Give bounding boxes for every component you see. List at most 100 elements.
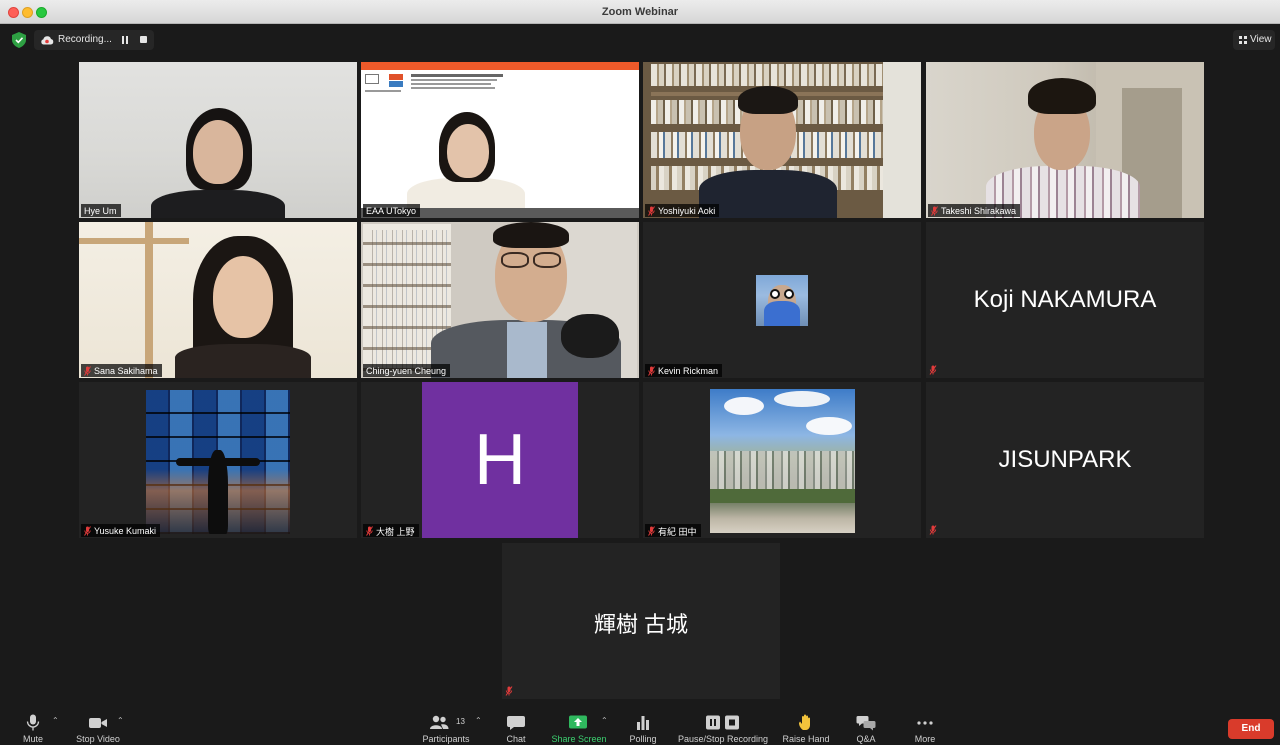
recording-indicator: Recording... — [34, 30, 154, 50]
view-button[interactable]: View — [1233, 30, 1275, 50]
participants-label: Participants — [422, 734, 470, 744]
participant-name: Yoshiyuki Aoki — [658, 206, 716, 216]
share-screen-label: Share Screen — [551, 734, 607, 744]
participant-name-tag: Kevin Rickman — [645, 364, 723, 377]
qa-button[interactable]: Q&A — [850, 710, 882, 745]
view-label: View — [1250, 34, 1272, 45]
participant-name-tag: Takeshi Shirakawa — [928, 204, 1021, 217]
muted-mic-icon — [366, 526, 373, 536]
avatar: H — [422, 382, 578, 538]
cloud-recording-icon — [41, 36, 54, 45]
more-dots-icon — [917, 721, 933, 725]
participant-name: Yusuke Kumaki — [94, 526, 157, 536]
participant-name-tag: EAA UTokyo — [363, 204, 421, 217]
participant-video — [79, 62, 357, 218]
end-meeting-button[interactable]: End — [1228, 719, 1274, 739]
participant-name-tag: 大樹 上野 — [363, 524, 419, 537]
polling-label: Polling — [629, 734, 657, 744]
share-screen-icon — [568, 715, 587, 729]
share-options-chevron-icon[interactable]: ⌃ — [601, 716, 609, 725]
participant-name: Takeshi Shirakawa — [941, 206, 1017, 216]
participant-name-tag: 有紀 田中 — [645, 524, 701, 537]
video-options-chevron-icon[interactable]: ⌃ — [117, 716, 125, 725]
video-tile-jisunpark[interactable]: JISUNPARK — [926, 382, 1204, 538]
participant-name-tag: Yusuke Kumaki — [81, 524, 161, 537]
video-tile-eaa-utokyo[interactable]: EAA UTokyo — [361, 62, 639, 218]
pause-stop-recording-icon — [706, 715, 739, 730]
video-tile-koji-nakamura[interactable]: Koji NAKAMURA — [926, 222, 1204, 378]
polling-button[interactable]: Polling — [624, 710, 662, 745]
muted-mic-icon — [648, 366, 655, 376]
participant-profile-picture — [756, 275, 808, 326]
recording-label: Recording... — [58, 34, 112, 45]
avatar-letter: H — [474, 420, 526, 500]
participant-name: Kevin Rickman — [658, 366, 719, 376]
video-tile-takeshi-shirakawa[interactable]: Takeshi Shirakawa — [926, 62, 1204, 218]
muted-mic-icon — [505, 686, 513, 696]
audio-options-chevron-icon[interactable]: ⌃ — [52, 716, 60, 725]
participants-count: 13 — [456, 717, 465, 726]
participant-name: Hye Um — [84, 206, 117, 216]
participant-name: EAA UTokyo — [366, 206, 417, 216]
grid-view-icon — [1239, 36, 1247, 44]
pause-stop-recording-button[interactable]: Pause/Stop Recording — [676, 710, 770, 745]
video-camera-icon — [89, 718, 107, 728]
muted-mic-icon — [84, 526, 91, 536]
participant-display-name: 輝樹 古城 — [593, 612, 689, 637]
qa-label: Q&A — [856, 734, 876, 744]
participant-video — [361, 222, 639, 378]
qa-bubbles-icon — [856, 716, 876, 731]
mute-button[interactable]: Mute — [10, 710, 56, 745]
title-bar: Zoom Webinar — [0, 0, 1280, 24]
participant-video — [79, 222, 357, 378]
shield-icon[interactable] — [12, 32, 26, 48]
bar-chart-icon — [637, 716, 649, 730]
video-tile-yoshiyuki-aoki[interactable]: Yoshiyuki Aoki — [643, 62, 921, 218]
participant-profile-picture — [710, 389, 855, 533]
chat-bubble-icon — [507, 716, 525, 730]
participant-video — [643, 62, 921, 218]
participants-options-chevron-icon[interactable]: ⌃ — [475, 716, 483, 725]
participant-display-name: JISUNPARK — [998, 446, 1132, 473]
microphone — [561, 314, 619, 358]
video-tile-daiki-ueno[interactable]: H 大樹 上野 — [361, 382, 639, 538]
video-tile-sana-sakihama[interactable]: Sana Sakihama — [79, 222, 357, 378]
raise-hand-label: Raise Hand — [782, 734, 830, 744]
participant-name-tag: Yoshiyuki Aoki — [645, 204, 720, 217]
muted-mic-icon — [648, 526, 655, 536]
participant-name: 有紀 田中 — [658, 526, 697, 537]
glasses — [501, 252, 529, 268]
participants-icon — [430, 715, 449, 729]
muted-mic-icon — [931, 206, 938, 216]
virtual-background-collage — [146, 390, 290, 534]
meeting-toolbar: Mute ⌃ Stop Video ⌃ 13 Participants ⌃ Ch… — [0, 710, 1280, 745]
raise-hand-button[interactable]: Raise Hand — [780, 710, 832, 745]
mute-label: Mute — [22, 734, 43, 744]
stop-video-label: Stop Video — [76, 734, 120, 744]
video-tile-hye-um[interactable]: Hye Um — [79, 62, 357, 218]
microphone-icon — [26, 714, 40, 731]
participant-name: 大樹 上野 — [376, 526, 415, 537]
participant-name-tag: Sana Sakihama — [81, 364, 162, 377]
participant-name-tag: Ching-yuen Cheung — [363, 364, 451, 377]
meeting-topbar: Recording... View — [0, 24, 1280, 56]
participant-name: Sana Sakihama — [94, 366, 158, 376]
muted-mic-icon — [84, 366, 91, 376]
slide-logo — [365, 74, 379, 84]
video-tile-ching-yuen-cheung[interactable]: Ching-yuen Cheung — [361, 222, 639, 378]
video-tile-teruki-kojo[interactable]: 輝樹 古城 — [502, 543, 780, 699]
participants-button[interactable]: 13 Participants — [418, 710, 474, 745]
video-tile-kevin-rickman[interactable]: Kevin Rickman — [643, 222, 921, 378]
more-button[interactable]: More — [908, 710, 942, 745]
raised-hand-icon — [799, 714, 810, 730]
participant-name-tag: Hye Um — [81, 204, 121, 217]
pause-recording-button[interactable] — [122, 36, 129, 44]
video-tile-yusuke-kumaki[interactable]: Yusuke Kumaki — [79, 382, 357, 538]
stop-recording-button[interactable] — [140, 36, 147, 43]
participant-video — [926, 62, 1204, 218]
video-tile-yuki-tanaka[interactable]: 有紀 田中 — [643, 382, 921, 538]
muted-mic-icon — [648, 206, 655, 216]
chat-label: Chat — [506, 734, 526, 744]
chat-button[interactable]: Chat — [500, 710, 532, 745]
more-label: More — [914, 734, 936, 744]
